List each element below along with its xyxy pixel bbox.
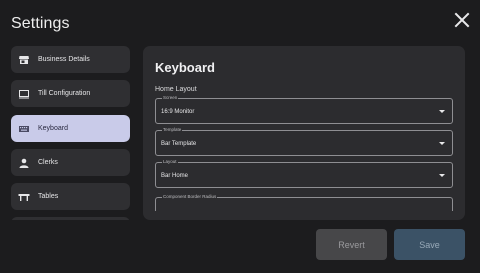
screen-select-caption: Screen <box>162 95 179 101</box>
template-select[interactable]: Template Bar Template <box>155 127 453 156</box>
sidebar-item-business-details[interactable]: Business Details <box>11 46 130 73</box>
sidebar-item-label: Keyboard <box>38 125 68 132</box>
chevron-down-icon <box>439 174 445 177</box>
table-icon <box>18 191 30 203</box>
component-border-radius-field[interactable]: Component Border Radius <box>155 194 453 211</box>
sidebar-item-till-configuration[interactable]: Till Configuration <box>11 80 130 107</box>
save-button[interactable]: Save <box>394 229 465 260</box>
home-layout-label: Home Layout <box>155 86 197 93</box>
close-icon <box>454 12 470 28</box>
page-title: Settings <box>11 15 70 32</box>
chevron-down-icon <box>439 142 445 145</box>
keyboard-settings-panel: Keyboard Home Layout Screen 16:9 Monitor… <box>143 46 465 220</box>
chevron-down-icon <box>439 110 445 113</box>
layout-select-value: Bar Home <box>161 173 189 179</box>
settings-sidebar: Business Details Till Configuration Keyb… <box>11 46 130 220</box>
monitor-icon <box>18 88 30 100</box>
sidebar-item-label: Till Configuration <box>38 90 91 97</box>
screen-select-value: 16:9 Monitor <box>161 109 195 115</box>
panel-title: Keyboard <box>155 60 215 75</box>
sidebar-item-keyboard[interactable]: Keyboard <box>11 115 130 142</box>
layout-select[interactable]: Layout Bar Home <box>155 159 453 188</box>
sidebar-item-label: Business Details <box>38 56 90 63</box>
sidebar-item-tables[interactable]: Tables <box>11 183 130 210</box>
close-button[interactable] <box>452 10 472 30</box>
person-icon <box>18 157 30 169</box>
sidebar-item-more[interactable] <box>11 217 130 220</box>
sidebar-item-label: Tables <box>38 193 59 200</box>
keyboard-icon <box>18 123 30 135</box>
layout-select-caption: Layout <box>162 159 178 165</box>
template-select-caption: Template <box>162 127 183 133</box>
component-border-radius-caption: Component Border Radius <box>162 194 218 200</box>
sidebar-item-label: Clerks <box>38 159 58 166</box>
storefront-icon <box>18 54 30 66</box>
template-select-value: Bar Template <box>161 141 197 147</box>
revert-button[interactable]: Revert <box>316 229 387 260</box>
screen-select[interactable]: Screen 16:9 Monitor <box>155 95 453 124</box>
sidebar-item-clerks[interactable]: Clerks <box>11 149 130 176</box>
